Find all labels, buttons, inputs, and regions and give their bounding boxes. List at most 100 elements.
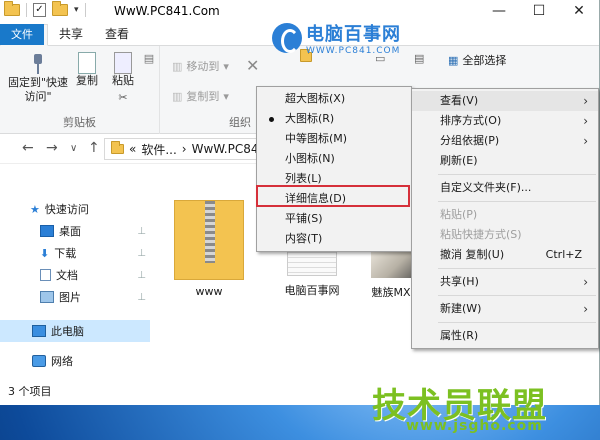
properties-ribbon-icon[interactable]: ▤	[414, 52, 424, 65]
path-overflow[interactable]: «	[129, 142, 136, 156]
image-thumbnail-icon	[371, 252, 411, 278]
maximize-button[interactable]: ☐	[519, 0, 559, 24]
network-icon	[32, 355, 46, 367]
copy-path-icon[interactable]: ▤	[142, 52, 156, 66]
move-to-button[interactable]: ▥ 移动到 ▾	[172, 58, 229, 74]
file-item-meizu[interactable]: 魅族MX	[368, 252, 414, 300]
sidebar-item-pictures[interactable]: 图片 ⊥	[0, 286, 150, 308]
menu-item-properties[interactable]: 属性(R)	[412, 326, 598, 346]
copy-to-button[interactable]: ▥ 复制到 ▾	[172, 88, 229, 104]
clipboard-group-label: 剪贴板	[63, 116, 96, 129]
copy-button[interactable]: 复制	[72, 52, 102, 88]
folder-icon	[4, 1, 20, 16]
menu-item-medium-icons[interactable]: 中等图标(M)	[257, 129, 411, 149]
file-item-www[interactable]: www	[168, 200, 250, 298]
watermark-top: 电脑百事网 WWW.PC841.COM	[272, 20, 401, 56]
breadcrumb-segment-software[interactable]: 软件...	[141, 141, 176, 158]
pin-quick-access-button[interactable]: 固定到"快速访问"	[6, 52, 70, 104]
recent-locations-button[interactable]: ∨	[70, 143, 77, 154]
undo-shortcut: Ctrl+Z	[545, 248, 582, 261]
select-all-label: 全部选择	[462, 54, 507, 67]
chevron-right-icon: ›	[583, 134, 588, 148]
menu-item-new[interactable]: 新建(W) ›	[412, 299, 598, 319]
watermark-site: www.jsgho.com	[406, 418, 543, 434]
copy-label: 复制	[76, 74, 98, 87]
select-all-icon: ▦	[448, 53, 459, 67]
cut-icon[interactable]: ✂	[106, 91, 140, 105]
pin-icon[interactable]: ⊥	[137, 226, 146, 237]
watermark-brand: 电脑百事网	[306, 24, 401, 45]
chevron-right-icon: ›	[583, 114, 588, 128]
watermark-net: 网	[580, 388, 594, 403]
tab-file[interactable]: 文件	[0, 24, 44, 45]
copy-to-label: 复制到	[186, 90, 220, 103]
menu-item-extra-large-icons[interactable]: 超大图标(X)	[257, 89, 411, 109]
sidebar-item-downloads[interactable]: ⬇ 下载 ⊥	[0, 242, 150, 264]
move-to-icon: ▥	[172, 59, 183, 73]
quick-access-toolbar: ✓ ▾	[4, 1, 86, 17]
menu-item-small-icons[interactable]: 小图标(N)	[257, 149, 411, 169]
sidebar-item-desktop[interactable]: 桌面 ⊥	[0, 220, 150, 242]
pin-icon[interactable]: ⊥	[137, 270, 146, 281]
picture-icon	[40, 291, 54, 303]
chevron-right-icon: ›	[583, 94, 588, 108]
tab-view[interactable]: 查看	[94, 24, 140, 45]
sidebar-item-quick-access[interactable]: ★ 快速访问	[0, 198, 150, 220]
menu-item-group[interactable]: 分组依据(P) ›	[412, 131, 598, 151]
view-submenu: 超大图标(X) 大图标(R) 中等图标(M) 小图标(N) 列表(L) 详细信息…	[256, 86, 412, 252]
menu-item-content[interactable]: 内容(T)	[257, 229, 411, 249]
menu-item-list[interactable]: 列表(L)	[257, 169, 411, 189]
organize-group-label: 组织	[229, 116, 251, 129]
sidebar-item-network[interactable]: 网络	[0, 350, 150, 372]
clipboard-group: 固定到"快速访问" 复制 粘贴 ✂ ▤ 剪贴板	[0, 46, 160, 134]
properties-icon[interactable]: ✓	[33, 3, 46, 17]
customize-toolbar-dropdown-icon[interactable]: ▾	[74, 5, 79, 15]
menu-item-details[interactable]: 详细信息(D)	[257, 189, 411, 209]
sidebar-item-documents[interactable]: 文档 ⊥	[0, 264, 150, 286]
menu-item-paste-shortcut[interactable]: 粘贴快捷方式(S)	[412, 225, 598, 245]
chevron-right-icon: ›	[583, 275, 588, 289]
menu-item-tiles[interactable]: 平铺(S)	[257, 209, 411, 229]
paste-icon	[114, 52, 132, 74]
desktop-icon	[40, 225, 54, 237]
pin-quick-access-label: 固定到"快速访问"	[7, 76, 69, 103]
watermark-bottom: 技术员联盟 www.jsgho.com 网	[372, 378, 598, 434]
new-folder-icon[interactable]	[52, 1, 68, 16]
window-title: WwW.PC841.Com	[114, 4, 220, 18]
file-name: 电脑百事网	[284, 284, 340, 297]
delete-icon[interactable]: ✕	[246, 56, 259, 75]
copy-icon	[78, 52, 96, 74]
close-button[interactable]: ✕	[559, 0, 599, 24]
zip-folder-icon	[174, 200, 244, 280]
pin-icon[interactable]: ⊥	[137, 248, 146, 259]
menu-item-refresh[interactable]: 刷新(E)	[412, 151, 598, 171]
tab-share[interactable]: 共享	[48, 24, 94, 45]
forward-button[interactable]: →	[46, 140, 58, 156]
menu-item-view[interactable]: 查看(V) ›	[412, 91, 598, 111]
brand-logo-icon	[272, 23, 302, 53]
paste-label: 粘贴	[112, 74, 134, 87]
menu-item-undo-copy[interactable]: 撤消 复制(U) Ctrl+Z	[412, 245, 598, 265]
minimize-button[interactable]: —	[479, 0, 519, 24]
back-button[interactable]: ←	[22, 140, 34, 156]
organize-group: ▥ 移动到 ▾ ▥ 复制到 ▾ ✕ 组织	[160, 46, 260, 134]
pin-icon	[29, 52, 47, 76]
menu-item-paste[interactable]: 粘贴(P)	[412, 205, 598, 225]
sidebar-item-this-pc[interactable]: 此电脑	[0, 320, 150, 342]
context-menu: 查看(V) › 排序方式(O) › 分组依据(P) › 刷新(E) 自定义文件夹(F)…	[411, 88, 599, 349]
pin-icon[interactable]: ⊥	[137, 292, 146, 303]
download-icon: ⬇	[40, 246, 50, 260]
computer-icon	[32, 325, 46, 337]
menu-item-customize-folder[interactable]: 自定义文件夹(F)...	[412, 178, 598, 198]
star-icon: ★	[30, 202, 40, 216]
watermark-url: WWW.PC841.COM	[306, 46, 401, 56]
up-button[interactable]: ↑	[88, 140, 100, 156]
paste-button[interactable]: 粘贴 ✂	[106, 52, 140, 105]
menu-item-sort[interactable]: 排序方式(O) ›	[412, 111, 598, 131]
chevron-right-icon: ›	[583, 302, 588, 316]
menu-item-large-icons[interactable]: 大图标(R)	[257, 109, 411, 129]
file-name: www	[195, 285, 223, 298]
menu-item-share[interactable]: 共享(H) ›	[412, 272, 598, 292]
select-all-button[interactable]: ▦ 全部选择	[448, 52, 506, 68]
file-name: 魅族MX	[371, 286, 411, 299]
